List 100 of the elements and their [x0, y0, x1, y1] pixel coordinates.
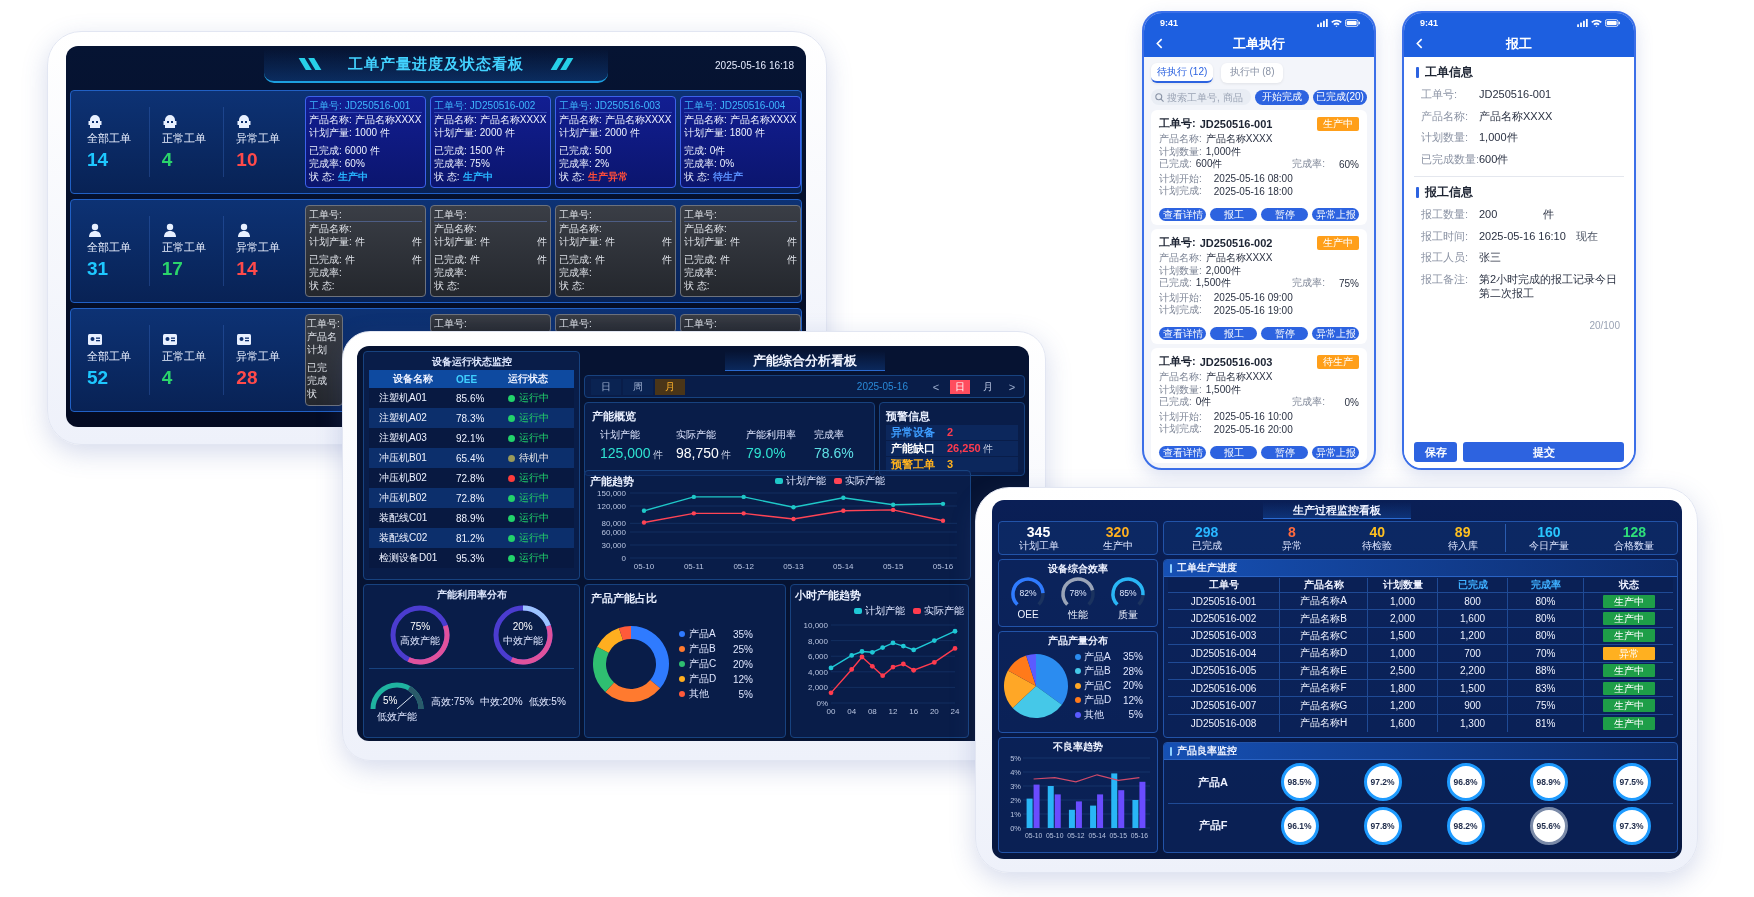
order-card[interactable]: 工单号: JD250516-004 产品名称: 产品名称XXXX 计划产量: 1800 件 完成: 0件 完成率: 0% 状 态: 待生产: [680, 96, 801, 188]
field-label: 工单号:: [309, 99, 342, 112]
now-link[interactable]: 现在: [1575, 228, 1598, 243]
metric-value: 79.0%: [746, 445, 786, 461]
axis-label: 16: [909, 707, 919, 716]
table-cell: 1,500: [1368, 627, 1438, 645]
previous-button[interactable]: <: [930, 378, 942, 395]
table-cell-text: 装配线C01: [378, 511, 429, 525]
stat-label: 异常工单: [236, 240, 281, 255]
table-row[interactable]: 装配线C01 88.9% 运行中: [369, 508, 574, 528]
stat-value: 4: [161, 149, 173, 170]
field-label: 完成率:: [1292, 157, 1325, 172]
filter-button[interactable]: 已完成(20): [1313, 89, 1367, 105]
action-button[interactable]: 报工: [1210, 446, 1257, 459]
field-label: 状 态:: [309, 279, 335, 292]
action-button[interactable]: 异常上报: [1312, 446, 1359, 459]
table-row[interactable]: 冲压机B01 65.4% 待机中: [369, 448, 574, 468]
order-card[interactable]: 工单号: JD250516-003 待生产 产品名称: 产品名称XXXX 计划数量: 1,500件 已完成: 0件 完成率: 0% 计划开始: 2025-05-16 10:00 计划完成: 2025-05-16 20:00 查看详情 报工 暂停 异常上报: [1151, 348, 1367, 463]
table-row[interactable]: 注塑机A02 78.3% 运行中: [369, 408, 574, 428]
field-label: 报工人员:: [1421, 250, 1470, 264]
percent-label: 20%: [511, 621, 534, 633]
alert-row[interactable]: 异常设备 2: [886, 425, 1018, 440]
table-cell: JD250516-003: [1168, 627, 1280, 645]
field-label: 状 态:: [559, 170, 585, 183]
order-card[interactable]: 工单号: 产品名称: 计划产量: 件 件 已完成: 件 件 完成率: 状 态:: [680, 205, 801, 297]
status-text: 运行中: [519, 551, 549, 565]
alert-row[interactable]: 产能缺口 26,250 件: [886, 441, 1018, 456]
order-card[interactable]: 工单号: JD250516-001 产品名称: 产品名称XXXX 计划产量: 1000 件 已完成: 6000 件 完成率: 60% 状 态: 生产中: [305, 96, 426, 188]
stat-label: 待检验: [1362, 540, 1393, 552]
legend-value: 28%: [1122, 665, 1143, 677]
table-row[interactable]: 装配线C02 81.2% 运行中: [369, 528, 574, 548]
action-button[interactable]: 查看详情: [1159, 327, 1206, 340]
stat-label: 异常工单: [236, 131, 281, 146]
action-button[interactable]: 保存: [1414, 442, 1457, 462]
order-card[interactable]: 工单号: 产品名 计划 已完 完成 状: [305, 314, 343, 406]
field-label: 计划完成:: [1159, 303, 1202, 318]
table-cell: 1,800: [1368, 679, 1438, 697]
table-cell-text: 95.3%: [456, 552, 486, 564]
remark-text[interactable]: 第2小时完成的报工记录今日第二次报工: [1479, 271, 1624, 300]
data-point: [741, 511, 746, 516]
time-value[interactable]: 2025-05-16 16:10: [1479, 228, 1566, 243]
table-row[interactable]: 冲压机B02 72.8% 运行中: [369, 488, 574, 508]
action-button[interactable]: 异常上报: [1312, 327, 1359, 340]
table-cell-text: 注塑机A03: [378, 431, 428, 445]
axis-label: 60,000: [601, 528, 626, 537]
table-row[interactable]: 冲压机B02 72.8% 运行中: [369, 468, 574, 488]
order-card[interactable]: 工单号: JD250516-002 生产中 产品名称: 产品名称XXXX 计划数量: 2,000件 已完成: 1,500件 完成率: 75% 计划开始: 2025-05-16 09:00 计划完成: 2025-05-16 19:00 查看详情 报工 暂停 异常上报: [1151, 229, 1367, 344]
field-value: 75%: [1338, 277, 1359, 289]
field-value: 件: [719, 253, 730, 266]
order-card[interactable]: 工单号: 产品名称: 计划产量: 件 件 已完成: 件 件 完成率: 状 态:: [305, 205, 426, 297]
table-row[interactable]: 检测设备D01 95.3% 运行中: [369, 548, 574, 568]
search-field[interactable]: 搜索工单号, 商品: [1151, 89, 1251, 105]
period-tab[interactable]: 月: [655, 378, 685, 395]
period-tab[interactable]: 日: [591, 378, 621, 395]
table-cell: 83%: [1508, 679, 1584, 697]
order-card[interactable]: 工单号: JD250516-003 产品名称: 产品名称XXXX 计划产量: 2000 件 已完成: 500 完成率: 2% 状 态: 生产异常: [555, 96, 676, 188]
alert-row[interactable]: 预警工单 3: [886, 457, 1018, 472]
next-button[interactable]: >: [1006, 378, 1018, 395]
id-card-icon: [236, 332, 253, 346]
order-card[interactable]: 工单号: 产品名称: 计划产量: 件 件 已完成: 件 件 完成率: 状 态:: [555, 205, 676, 297]
table-row[interactable]: 注塑机A01 85.6% 运行中: [369, 388, 574, 408]
filter-button[interactable]: 开始完成: [1255, 89, 1309, 105]
back-icon[interactable]: [1416, 38, 1423, 49]
field-value: 产品名称XXXX: [1205, 132, 1273, 147]
tab[interactable]: 待执行 (12): [1151, 63, 1213, 83]
field-label: 已完成:: [684, 253, 717, 266]
field-label: 计划数量:: [1421, 130, 1470, 144]
quantity-value[interactable]: 200: [1479, 207, 1498, 221]
data-point: [791, 505, 796, 510]
action-button[interactable]: 异常上报: [1312, 208, 1359, 221]
person-icon: [87, 223, 103, 237]
order-card[interactable]: 工单号: JD250516-002 产品名称: 产品名称XXXX 计划产量: 2000 件 已完成: 1500 件 完成率: 75% 状 态: 生产中: [430, 96, 551, 188]
status-tag: 生产中: [1602, 699, 1655, 713]
page-title: 报工: [1506, 34, 1532, 53]
field-value: 60%: [344, 157, 365, 170]
action-button[interactable]: 暂停: [1261, 208, 1308, 221]
mode-button[interactable]: 月: [978, 379, 998, 394]
order-card[interactable]: 工单号: JD250516-001 生产中 产品名称: 产品名称XXXX 计划数量: 1,000件 已完成: 600件 完成率: 60% 计划开始: 2025-05-16 08:00 计划完成: 2025-05-16 18:00 查看详情 报工 暂停 异常上报: [1151, 110, 1367, 225]
table-row[interactable]: 注塑机A03 92.1% 运行中: [369, 428, 574, 448]
action-button[interactable]: 暂停: [1261, 446, 1308, 459]
action-button[interactable]: 报工: [1210, 327, 1257, 340]
table-cell-text: 冲压机B01: [378, 451, 428, 465]
action-button[interactable]: 报工: [1210, 208, 1257, 221]
period-tab[interactable]: 周: [623, 378, 653, 395]
dashboard-title: 生产过程监控看板: [1293, 502, 1381, 518]
dashboard-title: 产能综合分析看板: [752, 351, 857, 370]
field-value: 0%: [1343, 396, 1359, 408]
field-label: 工单号:: [434, 317, 467, 330]
action-button[interactable]: 暂停: [1261, 327, 1308, 340]
action-button[interactable]: 查看详情: [1159, 208, 1206, 221]
legend-label: 产品C: [1084, 678, 1113, 693]
action-button[interactable]: 查看详情: [1159, 446, 1206, 459]
field-label: 已完成:: [559, 253, 592, 266]
order-card[interactable]: 工单号: 产品名称: 计划产量: 件 件 已完成: 件 件 完成率: 状 态:: [430, 205, 551, 297]
worker-value[interactable]: 张三: [1479, 250, 1501, 264]
field-label: 完成:: [684, 144, 707, 157]
stat-value: 31: [87, 258, 109, 279]
field-label: 工单号:: [434, 99, 467, 112]
action-button[interactable]: 提交: [1463, 442, 1624, 462]
back-icon[interactable]: [1156, 38, 1163, 49]
